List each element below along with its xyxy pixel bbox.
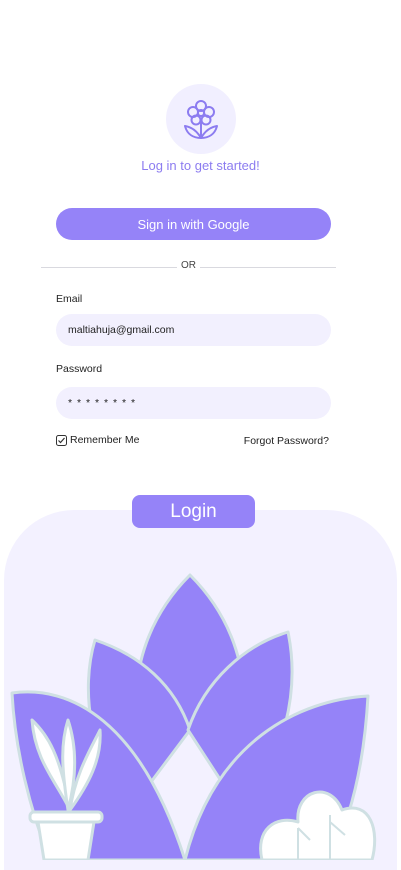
flower-icon [184, 100, 218, 139]
remember-me-label: Remember Me [70, 434, 140, 446]
tagline: Log in to get started! [141, 158, 260, 173]
forgot-password-link[interactable]: Forgot Password? [244, 435, 329, 447]
email-label: Email [56, 293, 83, 305]
logo-badge [166, 84, 236, 154]
remember-me-checkbox[interactable]: Remember Me [56, 434, 139, 446]
google-signin-button[interactable]: Sign in with Google [56, 208, 331, 240]
divider-or: OR [181, 260, 196, 271]
checkbox-checked-icon [56, 434, 67, 446]
email-field[interactable]: maltiahuja@gmail.com [56, 314, 331, 346]
password-label: Password [56, 363, 103, 375]
password-field[interactable]: * * * * * * * * [56, 387, 331, 419]
login-button[interactable]: Login [132, 495, 255, 528]
plant-illustration [10, 573, 377, 860]
